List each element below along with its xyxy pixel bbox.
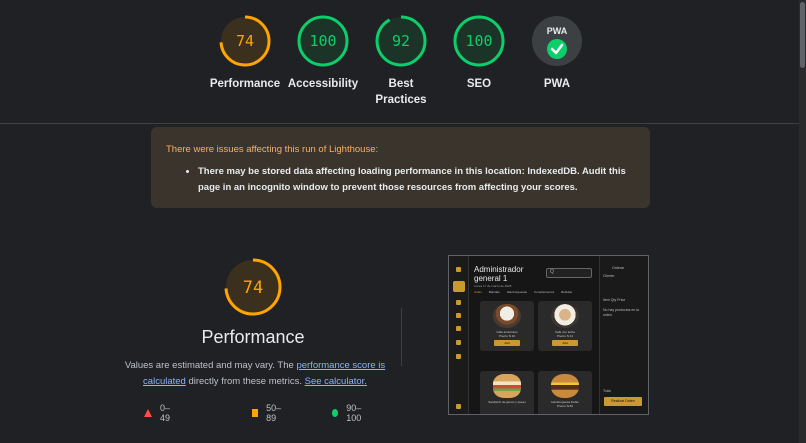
legend-pass-label: 90–100: [346, 403, 362, 423]
thumb-product-card: Hamburguesa Doble Precio: $ 60: [538, 371, 592, 414]
order-columns: Item Qty Price: [603, 298, 626, 302]
score-legend: 0–49 50–89 90–100: [144, 403, 398, 423]
gauge-accessibility[interactable]: 100 Accessibility: [284, 15, 362, 108]
square-icon: [251, 409, 259, 417]
performance-title: Performance: [201, 327, 305, 347]
nav-icon: [456, 340, 461, 345]
card-button: Add: [552, 340, 578, 346]
pwa-badge-text: PWA: [547, 26, 568, 36]
seo-score: 100: [465, 32, 492, 50]
thumb-product-card: Café americano Precio: $ 10 Add: [480, 301, 534, 351]
gauge-label: Accessibility: [287, 78, 359, 90]
accessibility-gauge-ring: 100: [297, 15, 349, 67]
thumb-title: Administrador general 1: [474, 265, 524, 283]
performance-score: 74: [236, 32, 254, 50]
scrollbar[interactable]: [799, 0, 806, 443]
menu-icon: [456, 267, 461, 272]
legend-average: 50–89: [251, 403, 286, 423]
calculator-link[interactable]: See calculator.: [305, 376, 367, 387]
performance-gauge-large: 74: [224, 258, 282, 321]
thumb-subtitle: Lunes 17 de marzo de 2025: [474, 284, 512, 288]
performance-score-large: 74: [243, 278, 263, 298]
order-title: Orderar: [612, 266, 625, 270]
card-name: Café americano Precio: $ 10: [496, 330, 518, 338]
thumb-tab: Complementos: [534, 290, 555, 294]
sandwich-image: [493, 374, 521, 398]
warning-title: There were issues affecting this run of …: [166, 144, 379, 155]
logout-icon: [456, 404, 461, 409]
thumb-tabs: Cafés Bebidas Hamburguesas Complementos …: [474, 290, 579, 294]
card-button: Add: [494, 340, 520, 346]
card-name: Sandwich de jamón y queso: [488, 400, 526, 404]
warning-list: There may be stored data affecting loadi…: [166, 164, 636, 196]
circle-icon: [331, 409, 339, 417]
accessibility-score: 100: [309, 32, 336, 50]
order-total: Total:: [603, 389, 612, 393]
order-button: Realizar Orden: [604, 397, 642, 406]
nav-icon: [456, 354, 461, 359]
best-practices-gauge-ring: 92: [375, 15, 427, 67]
thumb-product-card: Sandwich de jamón y queso: [480, 371, 534, 414]
gauge-seo[interactable]: 100 SEO: [440, 15, 518, 108]
nav-icon: [456, 300, 461, 305]
nav-icon: [456, 313, 461, 318]
thumb-tab: Hamburguesas: [506, 290, 528, 294]
scores-header: 74 Performance 100 Accessibility 92 Best…: [0, 0, 806, 124]
thumb-tab: Bebidas: [561, 290, 573, 294]
desc-prefix: Values are estimated and may vary. The: [124, 360, 297, 371]
legend-average-label: 50–89: [266, 403, 282, 423]
card-name: Café con leche Precio: $ 14: [554, 330, 575, 338]
seo-gauge-ring: 100: [453, 15, 505, 67]
triangle-icon: [144, 409, 152, 417]
performance-description: Values are estimated and may vary. The p…: [120, 358, 390, 390]
gauge-label: Best Practices: [375, 78, 427, 106]
performance-gauge-ring: 74: [219, 15, 271, 67]
card-name: Hamburguesa Doble Precio: $ 60: [551, 400, 579, 408]
pwa-check-icon: PWA: [532, 16, 582, 66]
active-nav-icon: [453, 281, 465, 292]
divider: [401, 308, 402, 366]
gauge-label: Performance: [209, 78, 281, 90]
nav-icon: [456, 326, 461, 331]
gauge-label: SEO: [466, 78, 492, 90]
thumb-tab: Cafés: [474, 290, 482, 294]
warning-item: There may be stored data affecting loadi…: [198, 164, 636, 196]
order-empty: No hay productos en la orden: [603, 308, 639, 317]
thumb-tab: Bebidas: [488, 290, 500, 294]
order-client: Cliente:: [603, 274, 615, 278]
legend-fail: 0–49: [144, 403, 174, 423]
latte-image: [551, 304, 579, 328]
best-practices-score: 92: [392, 32, 410, 50]
warning-box: There were issues affecting this run of …: [151, 127, 650, 208]
gauge-best-practices[interactable]: 92 Best Practices: [362, 15, 440, 108]
performance-gauge-ring-large: 74: [224, 258, 282, 316]
score-gauges: 74 Performance 100 Accessibility 92 Best…: [206, 15, 596, 108]
final-screenshot-thumbnail[interactable]: Administrador general 1 Lunes 17 de marz…: [448, 255, 649, 415]
gauge-performance[interactable]: 74 Performance: [206, 15, 284, 108]
legend-fail-label: 0–49: [160, 403, 171, 423]
thumb-product-card: Café con leche Precio: $ 14 Add: [538, 301, 592, 351]
desc-middle: directly from these metrics.: [185, 376, 305, 387]
thumb-search-icon: Q: [546, 268, 592, 278]
thumb-sidebar: [449, 256, 469, 414]
legend-pass: 90–100: [331, 403, 370, 423]
gauge-label: PWA: [543, 78, 571, 90]
burger-image: [551, 374, 579, 398]
gauge-pwa[interactable]: PWA PWA: [518, 15, 596, 108]
thumb-main: Administrador general 1 Lunes 17 de marz…: [470, 256, 598, 414]
coffee-image: [493, 304, 521, 328]
thumb-order-panel: Orderar Cliente: Item Qty Price No hay p…: [599, 256, 648, 414]
scrollbar-thumb[interactable]: [800, 2, 805, 68]
